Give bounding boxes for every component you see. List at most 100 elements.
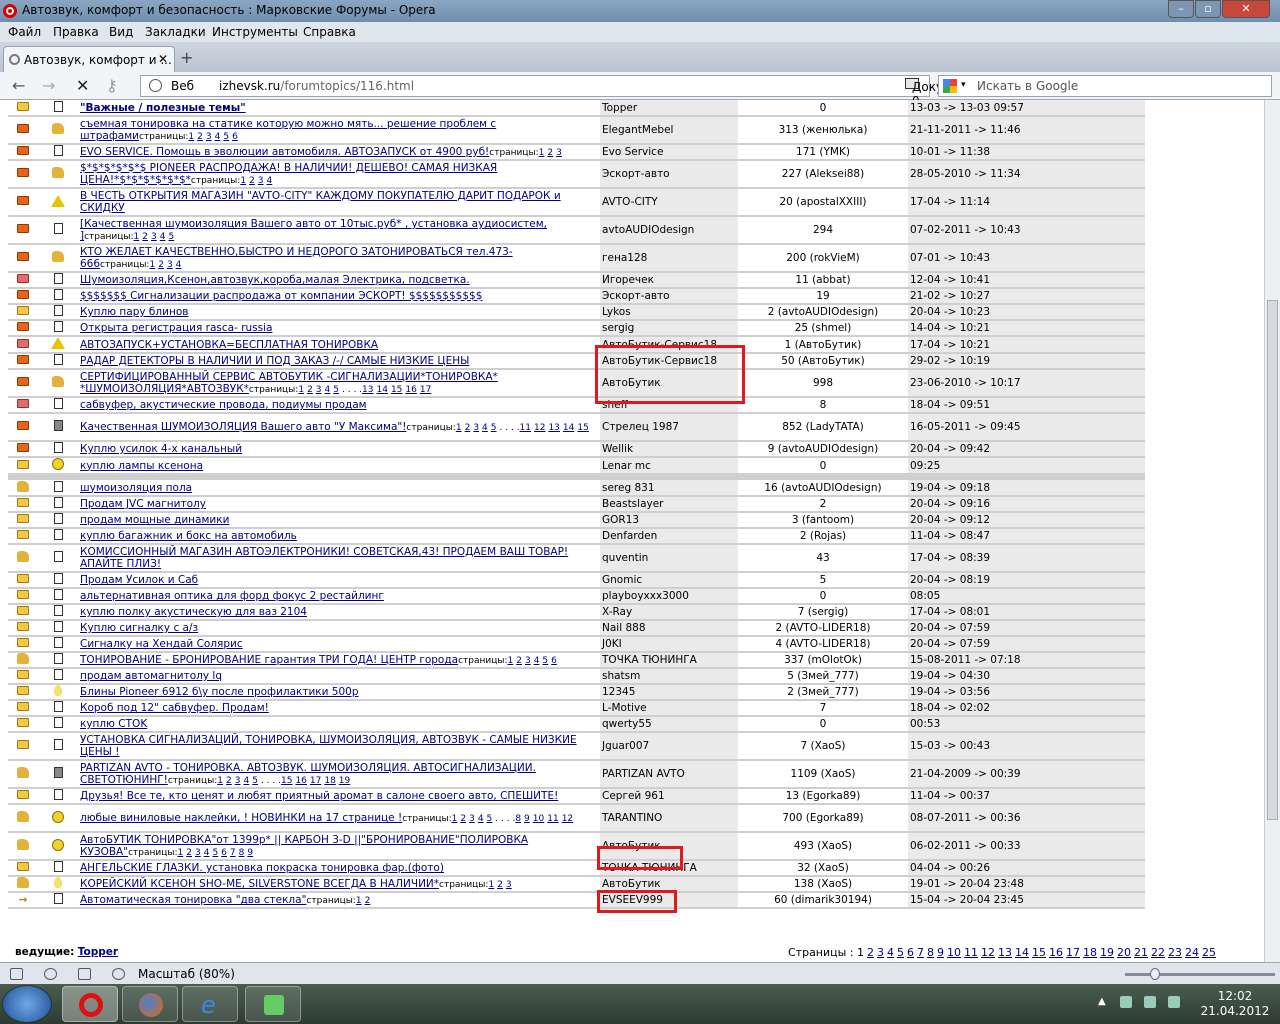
page-link[interactable]: 2 [249,176,255,186]
menu-5[interactable]: Справка [303,25,356,39]
page-link[interactable]: 18 [1083,946,1097,959]
topic-link[interactable]: продам мощные динамики [80,514,229,526]
topic-link[interactable]: Сигналку на Хендай Солярис [80,638,243,650]
topic-link[interactable]: АВТОЗАПУСК+УСТАНОВКА=БЕСПЛАТНАЯ ТОНИРОВК… [80,339,378,351]
topic-link[interactable]: В ЧЕСТЬ ОТКРЫТИЯ МАГАЗИН "AVTO-CITY" КАЖ… [80,190,561,214]
page-link[interactable]: 3 [316,385,322,395]
page-link[interactable]: 2 [142,232,148,242]
page-link[interactable]: 3 [877,946,884,959]
topic-link[interactable]: УСТАНОВКА СИГНАЛИЗАЦИЙ, ТОНИРОВКА, ШУМОИ… [80,734,577,758]
page-link[interactable]: 6 [907,946,914,959]
topic-link[interactable]: Куплю пару блинов [80,306,188,318]
topic-link[interactable]: Продам Усилок и Саб [80,574,198,586]
topic-link[interactable]: "Важные / полезные темы" [80,102,246,114]
close-tab-icon[interactable]: ✕ [158,52,168,66]
topic-link[interactable]: Автоматическая тонировка "два стекла" [80,894,306,906]
cloud-icon[interactable] [44,968,57,980]
page-link[interactable]: 5 [223,132,229,142]
page-link[interactable]: 2 [365,896,371,906]
topic-link[interactable]: Короб под 12" сабвуфер. Продам! [80,702,269,714]
start-button[interactable] [2,985,52,1023]
vertical-scrollbar[interactable] [1264,100,1280,962]
page-link[interactable]: 2 [516,656,522,666]
page-link[interactable]: 16 [1049,946,1063,959]
zoom-slider-knob[interactable] [1150,968,1160,980]
page-link[interactable]: 2 [460,814,466,824]
page-link[interactable]: 23 [1168,946,1182,959]
page-link[interactable]: 18 [324,776,335,786]
page-link[interactable]: 5 [897,946,904,959]
page-link[interactable]: 5 [487,814,493,824]
topic-link[interactable]: куплю лампы ксенона [80,460,203,472]
page-link[interactable]: 3 [525,656,531,666]
back-icon[interactable]: ← [12,76,25,95]
topic-link[interactable]: куплю полку акустическую для ваз 2104 [80,606,307,618]
page-link[interactable]: 11 [964,946,978,959]
topic-link[interactable]: ТОНИРОВАНИЕ - БРОНИРОВАНИЕ гарантия ТРИ … [80,654,458,666]
page-link[interactable]: 4 [215,132,221,142]
menu-1[interactable]: Правка [53,25,99,39]
moderator-link[interactable]: Topper [78,946,118,958]
menu-4[interactable]: Инструменты [212,25,298,39]
taskbar-app[interactable] [245,986,301,1022]
page-link[interactable]: 1 [217,776,223,786]
page-link[interactable]: 24 [1185,946,1199,959]
page-link[interactable]: 3 [151,232,157,242]
page-link[interactable]: 3 [206,132,212,142]
topic-link[interactable]: Шумоизоляция,Ксенон,автозвук,короба,мала… [80,274,470,286]
page-link[interactable]: 4 [243,776,249,786]
page-link[interactable]: 3 [235,776,241,786]
topic-link[interactable]: куплю багажник и бокс на автомобиль [80,530,297,542]
page-link[interactable]: 2 [158,260,164,270]
page-link[interactable]: 5 [212,848,218,858]
page-link[interactable]: 5 [168,232,174,242]
topic-link[interactable]: КОРЕЙСКИЙ КСЕНОН SHO-ME, SILVERSTONE ВСЕ… [80,878,439,890]
topic-link[interactable]: $*$*$*$*$*$ PIONEER РАСПРОДАЖА! В НАЛИЧИ… [80,162,497,186]
page-link[interactable]: 1 [488,880,494,890]
topic-link[interactable]: $$$$$$$ Сигнализации распродажа от компа… [80,290,482,302]
page-link[interactable]: 10 [947,946,961,959]
zoom-slider[interactable] [1125,973,1275,976]
chevron-down-icon[interactable]: ▾ [961,80,966,90]
page-link[interactable]: 17 [1066,946,1080,959]
page-link[interactable]: 10 [533,814,544,824]
scrollbar-thumb[interactable] [1267,300,1278,820]
topic-link[interactable]: РАДАР ДЕТЕКТОРЫ В НАЛИЧИИ И ПОД ЗАКАЗ /-… [80,355,469,367]
page-link[interactable]: 11 [547,814,558,824]
minimize-button[interactable]: – [1168,0,1194,18]
page-link[interactable]: 15 [1032,946,1046,959]
topic-link[interactable]: АНГЕЛЬСКИЕ ГЛАЗКИ. установка покраска то… [80,862,444,874]
page-link[interactable]: 16 [405,385,416,395]
page-link[interactable]: 11 [520,423,531,433]
page-link[interactable]: 1 [539,148,545,158]
page-link[interactable]: 19 [339,776,350,786]
menu-0[interactable]: Файл [8,25,41,39]
page-link[interactable]: 2 [547,148,553,158]
topic-link[interactable]: Куплю усилок 4-х канальный [80,443,242,455]
page-link[interactable]: 6 [221,848,227,858]
page-link[interactable]: 15 [577,423,588,433]
unite-icon[interactable] [78,968,91,980]
page-link[interactable]: 3 [469,814,475,824]
page-link[interactable]: 14 [376,385,387,395]
page-link[interactable]: 13 [548,423,559,433]
page-link[interactable]: 25 [1202,946,1216,959]
page-link[interactable]: 4 [478,814,484,824]
topic-link[interactable]: Друзья! Все те, кто ценят и любят приятн… [80,790,558,802]
page-link[interactable]: 4 [325,385,331,395]
topic-link[interactable]: EVO SERVICE. Помощь в эволюции автомобил… [80,146,489,158]
page-link[interactable]: 1 [452,814,458,824]
page-link[interactable]: 4 [887,946,894,959]
page-link[interactable]: 6 [551,656,557,666]
page-link[interactable]: 12 [562,814,573,824]
topic-link[interactable]: продам автомагнитолу lq [80,670,222,682]
taskbar-ie[interactable]: e [182,986,238,1022]
page-link[interactable]: 2 [186,848,192,858]
volume-icon[interactable] [1168,996,1180,1008]
page-link[interactable]: 1 [188,132,194,142]
page-link[interactable]: 6 [232,132,238,142]
close-window-button[interactable]: ✕ [1222,0,1270,18]
flag-icon[interactable] [1144,996,1156,1008]
page-link[interactable]: 2 [307,385,313,395]
topic-link[interactable]: альтернативная оптика для форд фокус 2 р… [80,590,384,602]
